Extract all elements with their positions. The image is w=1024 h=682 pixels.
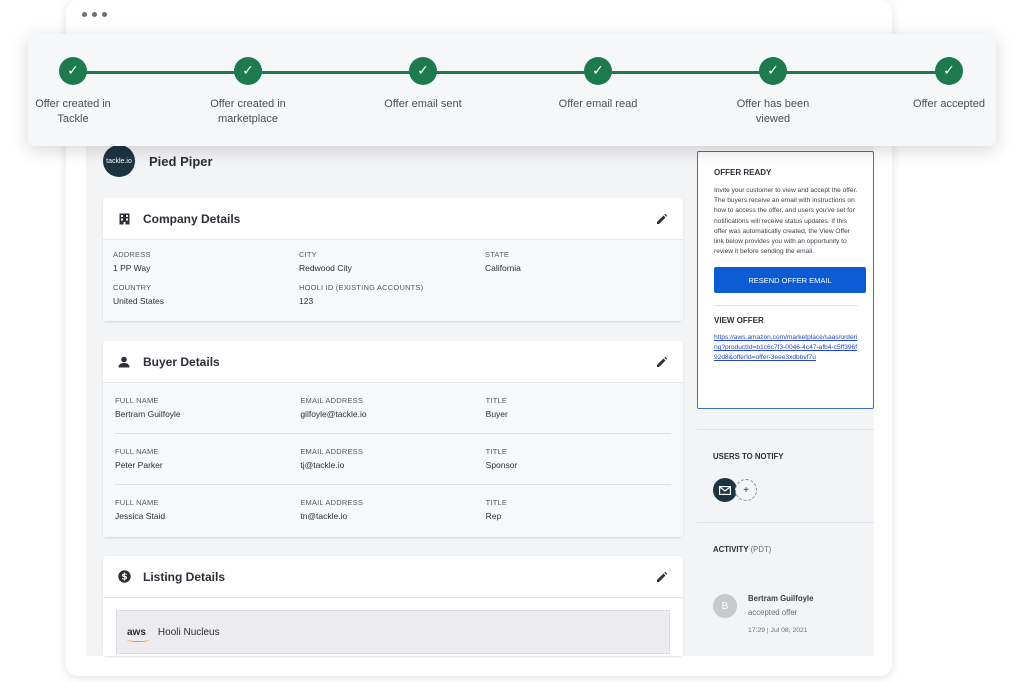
field-label: HOOLI ID (EXISTING ACCOUNTS) xyxy=(299,283,424,292)
buyer-name: Bertram Guilfoyle xyxy=(115,409,181,419)
person-icon xyxy=(117,355,131,369)
account-header: tackle.io Pied Piper xyxy=(103,145,213,177)
view-offer-heading: VIEW OFFER xyxy=(714,316,764,326)
state-value: California xyxy=(485,263,521,273)
card-header: Buyer Details xyxy=(103,341,683,383)
company-fields: ADDRESS 1 PP Way CITY Redwood City STATE Ca… xyxy=(103,240,683,321)
notify-avatars: + xyxy=(713,478,783,502)
buyer-name: Peter Parker xyxy=(115,460,163,470)
field-label: STATE xyxy=(485,250,510,259)
check-icon: ✓ xyxy=(409,57,437,85)
field-label: EMAIL ADDRESS xyxy=(300,447,364,456)
card-header: $ Listing Details xyxy=(103,556,683,598)
field-label: CITY xyxy=(299,250,317,259)
edit-pencil-icon[interactable] xyxy=(655,212,669,226)
progress-step-accepted: ✓ Offer accepted xyxy=(884,57,1014,112)
field-label: ADDRESS xyxy=(113,250,151,259)
users-to-notify-heading: USERS TO NOTIFY xyxy=(713,452,784,461)
buyer-row: FULL NAME Bertram Guilfoyle EMAIL ADDRESS… xyxy=(115,383,671,434)
add-user-button[interactable]: + xyxy=(735,479,757,501)
buyer-row: FULL NAME Peter Parker EMAIL ADDRESS tj@ta… xyxy=(115,434,671,485)
buyer-name: Jessica Staid xyxy=(115,511,166,521)
step-label: Offer has been viewed xyxy=(736,98,810,125)
card-title: Buyer Details xyxy=(143,354,220,369)
step-label: Offer created in Tackle xyxy=(35,98,111,125)
country-value: United States xyxy=(113,296,165,306)
step-label: Offer accepted xyxy=(913,98,985,110)
activity-timestamp: 17:29 | Jul 08, 2021 xyxy=(748,627,808,634)
buyer-details-card: Buyer Details FULL NAME Bertram Guilfoyle… xyxy=(103,341,683,537)
right-sidebar: OFFER READY Invite your customer to view… xyxy=(697,151,874,656)
edit-pencil-icon[interactable] xyxy=(655,570,669,584)
listing-details-card: $ Listing Details aws Hooli Nucleus xyxy=(103,556,683,656)
field-label: EMAIL ADDRESS xyxy=(300,396,364,405)
progress-step-email-sent: ✓ Offer email sent xyxy=(358,57,488,112)
account-logo: tackle.io xyxy=(103,145,135,177)
field-label: COUNTRY xyxy=(113,283,152,292)
field-label: TITLE xyxy=(485,447,508,456)
step-label: Offer email sent xyxy=(384,98,462,110)
progress-step-created-in-tackle: ✓ Offer created in Tackle xyxy=(8,57,138,127)
check-icon: ✓ xyxy=(759,57,787,85)
address-value: 1 PP Way xyxy=(113,263,151,273)
divider xyxy=(697,522,874,523)
step-label: Offer created in marketplace xyxy=(210,98,286,125)
product-name: Hooli Nucleus xyxy=(157,626,220,638)
buyer-list: FULL NAME Bertram Guilfoyle EMAIL ADDRESS… xyxy=(103,383,683,537)
hooli-id-value: 123 xyxy=(299,296,314,306)
building-icon xyxy=(117,212,131,226)
field-label: TITLE xyxy=(485,498,508,507)
city-value: Redwood City xyxy=(299,263,352,273)
buyer-title: Rep xyxy=(485,511,502,521)
card-header: Company Details xyxy=(103,198,683,240)
activity-action: accepted offer xyxy=(748,608,798,617)
check-icon: ✓ xyxy=(584,57,612,85)
account-name: Pied Piper xyxy=(149,153,213,169)
dollar-icon: $ xyxy=(117,570,131,584)
buyer-row: FULL NAME Jessica Staid EMAIL ADDRESS tn@t… xyxy=(115,485,671,536)
buyer-title: Buyer xyxy=(485,409,508,419)
avatar: B xyxy=(713,594,737,618)
progress-step-email-read: ✓ Offer email read xyxy=(533,57,663,112)
card-title: Company Details xyxy=(143,211,241,226)
mail-icon[interactable] xyxy=(713,478,737,502)
edit-pencil-icon[interactable] xyxy=(655,355,669,369)
offer-progress-tracker: ✓ Offer created in Tackle ✓ Offer created… xyxy=(28,34,996,146)
offer-ready-heading: OFFER READY xyxy=(714,168,772,177)
buyer-email: tn@tackle.io xyxy=(300,511,348,521)
activity-section: ACTIVITY (PDT) B Bertram Guilfoyle accep… xyxy=(713,545,813,634)
progress-step-created-in-marketplace: ✓ Offer created in marketplace xyxy=(183,57,313,127)
aws-logo: aws xyxy=(127,627,149,642)
svg-text:$: $ xyxy=(121,573,127,583)
resend-offer-email-button[interactable]: RESEND OFFER EMAIL xyxy=(714,267,866,294)
check-icon: ✓ xyxy=(234,57,262,85)
offer-ready-description: Invite your customer to view and accept … xyxy=(714,187,858,256)
field-label: TITLE xyxy=(485,396,508,405)
buyer-title: Sponsor xyxy=(485,460,518,470)
field-label: EMAIL ADDRESS xyxy=(300,498,364,507)
activity-user: Bertram Guilfoyle xyxy=(748,594,814,603)
check-icon: ✓ xyxy=(59,57,87,85)
progress-step-viewed: ✓ Offer has been viewed xyxy=(708,57,838,127)
buyer-email: gilfoyle@tackle.io xyxy=(300,409,367,419)
listing-product[interactable]: aws Hooli Nucleus xyxy=(116,610,670,654)
check-icon: ✓ xyxy=(935,57,963,85)
buyer-email: tj@tackle.io xyxy=(300,460,345,470)
field-label: FULL NAME xyxy=(115,498,159,507)
view-offer-link[interactable]: https://aws.amazon.com/marketplace/saas/… xyxy=(714,333,858,363)
divider xyxy=(714,305,858,307)
users-to-notify-section: USERS TO NOTIFY + xyxy=(713,452,783,502)
window-menu-dots[interactable] xyxy=(82,12,107,17)
company-details-card: Company Details ADDRESS 1 PP Way CITY Redw… xyxy=(103,198,683,321)
listing-body: aws Hooli Nucleus xyxy=(103,598,683,656)
field-label: FULL NAME xyxy=(115,447,159,456)
card-title: Listing Details xyxy=(143,569,226,584)
activity-item: B Bertram Guilfoyle accepted offer 17:29… xyxy=(713,594,863,634)
field-label: FULL NAME xyxy=(115,396,159,405)
divider xyxy=(697,429,874,430)
step-label: Offer email read xyxy=(558,98,638,110)
offer-ready-panel: OFFER READY Invite your customer to view… xyxy=(697,151,874,409)
activity-heading: ACTIVITY (PDT) xyxy=(713,545,772,554)
